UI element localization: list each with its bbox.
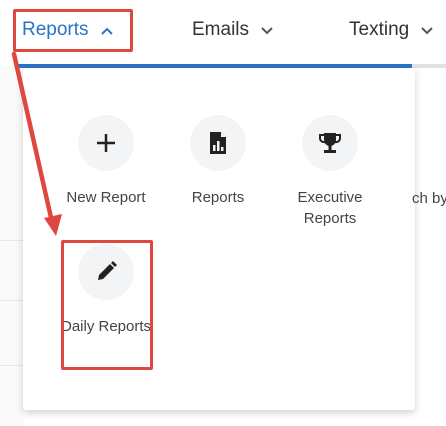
- dropdown-item-label: Reports: [191, 189, 245, 206]
- underline-track: [412, 64, 446, 68]
- dropdown-item-label: ch by: [412, 190, 446, 207]
- background-divider: [0, 365, 24, 366]
- background-divider: [0, 300, 24, 301]
- chevron-down-icon: [421, 23, 433, 38]
- background-page-strip: [0, 66, 24, 426]
- nav-emails[interactable]: Emails: [192, 16, 273, 44]
- nav-texting-label: Texting: [349, 19, 410, 40]
- dropdown-item-truncated[interactable]: ch by: [412, 190, 446, 207]
- nav-emails-label: Emails: [192, 19, 250, 40]
- dropdown-item-new-report[interactable]: New Report: [56, 115, 156, 208]
- background-divider: [0, 240, 24, 241]
- nav-texting[interactable]: Texting: [349, 16, 433, 44]
- dropdown-item-reports[interactable]: Reports: [168, 115, 268, 208]
- annotation-highlight-reports: [13, 9, 133, 52]
- chevron-down-icon: [261, 23, 273, 38]
- trophy-icon: [302, 115, 358, 171]
- report-file-icon: [190, 115, 246, 171]
- dropdown-item-label: New Report: [66, 189, 146, 206]
- dropdown-item-executive-reports[interactable]: Executive Reports: [280, 115, 380, 229]
- dropdown-item-label: Executive Reports: [297, 189, 363, 227]
- plus-icon: [78, 115, 134, 171]
- annotation-highlight-daily-reports: [61, 240, 153, 370]
